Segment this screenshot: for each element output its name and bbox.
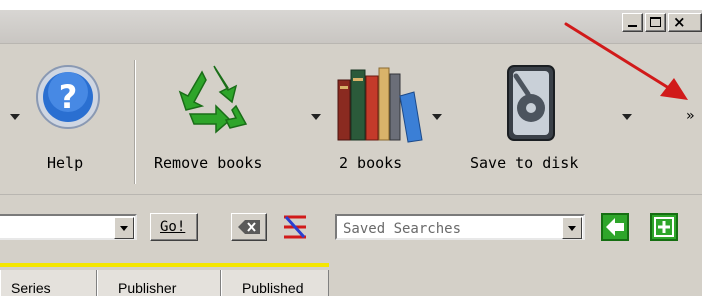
remove-books-dropdown-arrow[interactable] xyxy=(311,114,321,120)
toolbar-separator xyxy=(134,60,136,184)
previous-dropdown-arrow[interactable] xyxy=(10,114,20,120)
column-header-publisher[interactable]: Publisher xyxy=(97,270,221,296)
advanced-search-icon xyxy=(284,215,306,239)
search-bar: Go! Saved Searches xyxy=(0,194,702,256)
remove-books-label: Remove books xyxy=(154,154,263,172)
search-combo[interactable] xyxy=(0,214,137,240)
library-dropdown-arrow[interactable] xyxy=(432,114,442,120)
help-label: Help xyxy=(47,154,84,172)
saved-searches-dropdown-button[interactable] xyxy=(562,217,582,239)
books-icon xyxy=(337,67,423,143)
add-saved-search-button[interactable] xyxy=(650,213,678,241)
saved-searches-combo[interactable]: Saved Searches xyxy=(335,214,585,240)
plus-icon xyxy=(654,217,674,237)
disk-icon xyxy=(507,65,555,141)
go-button-label: Go! xyxy=(160,219,186,235)
search-dropdown-button[interactable] xyxy=(114,217,134,239)
clear-search-button[interactable] xyxy=(231,213,267,241)
saved-searches-input[interactable]: Saved Searches xyxy=(343,221,461,237)
help-question-icon: ? xyxy=(36,65,100,129)
annotation-arrow-icon xyxy=(564,22,688,100)
column-header-published[interactable]: Published xyxy=(221,270,329,296)
advanced-search-button[interactable] xyxy=(280,213,310,241)
load-saved-search-button[interactable] xyxy=(601,213,629,241)
recycle-icon xyxy=(178,65,248,134)
svg-text:?: ? xyxy=(59,78,78,116)
book-list-header: Series Publisher Published xyxy=(0,256,702,296)
backspace-icon xyxy=(238,220,260,234)
arrow-left-icon xyxy=(606,218,624,236)
library-label: 2 books xyxy=(339,154,403,172)
go-button[interactable]: Go! xyxy=(150,213,198,241)
save-to-disk-label: Save to disk xyxy=(470,154,579,172)
column-header-series[interactable]: Series xyxy=(0,270,97,296)
search-highlight-bar xyxy=(0,263,329,267)
